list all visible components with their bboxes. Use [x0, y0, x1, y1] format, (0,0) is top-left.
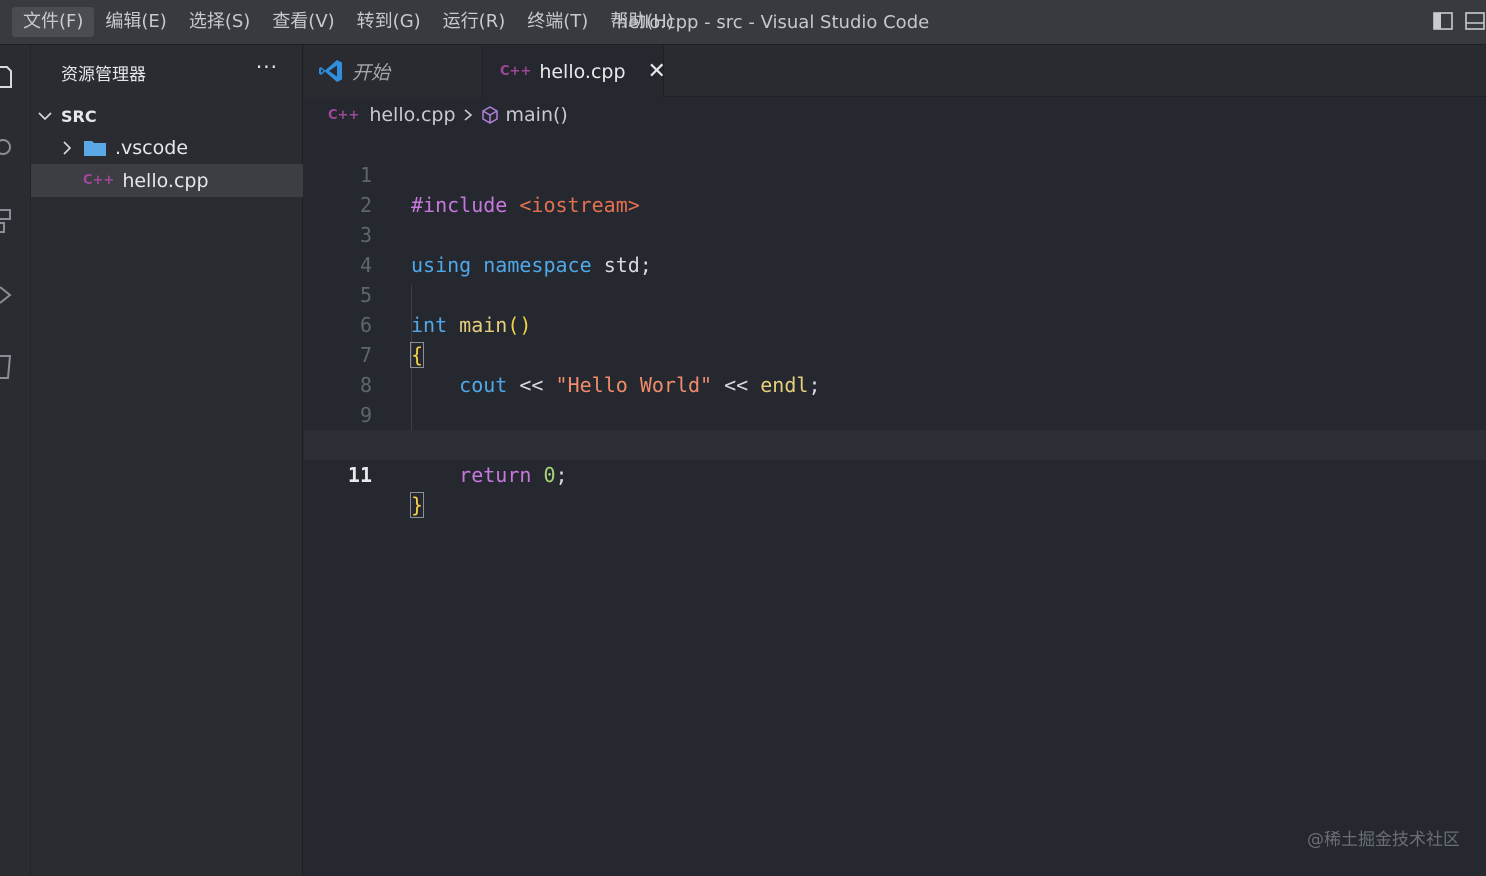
breadcrumb-symbol[interactable]: main(): [506, 104, 568, 126]
menu-help[interactable]: 帮助(H): [599, 7, 685, 37]
editor-tab-bar: 开始 C++ hello.cpp ✕: [304, 45, 1486, 98]
tab-label: hello.cpp: [539, 60, 626, 83]
folder-root-label: SRC: [61, 106, 97, 126]
menu-terminal[interactable]: 终端(T): [516, 7, 599, 37]
more-actions-button[interactable]: ···: [256, 55, 278, 79]
breadcrumb: C++ hello.cpp main(): [328, 101, 568, 129]
cpp-file-icon: C++: [83, 173, 115, 188]
menu-edit[interactable]: 编辑(E): [94, 7, 177, 37]
breadcrumb-file[interactable]: hello.cpp: [369, 104, 455, 126]
token-semicolon: ;: [555, 463, 568, 487]
title-bar: 文件(F) 编辑(E) 选择(S) 查看(V) 转到(G) 运行(R) 终端(T…: [0, 0, 1486, 45]
folder-icon: [84, 140, 106, 156]
toggle-primary-sidebar-icon[interactable]: [1432, 10, 1454, 32]
menu-bar: 文件(F) 编辑(E) 选择(S) 查看(V) 转到(G) 运行(R) 终端(T…: [12, 7, 685, 37]
layout-controls: [1432, 10, 1486, 32]
search-icon[interactable]: [0, 133, 16, 161]
code-line: 5 int main(): [304, 250, 1486, 337]
explorer-title: 资源管理器: [61, 65, 146, 85]
extensions-icon[interactable]: [0, 353, 16, 381]
method-cube-icon: [481, 106, 498, 124]
tree-item-label: .vscode: [115, 136, 189, 159]
cpp-file-icon: C++: [328, 107, 360, 123]
code-line-current: 11 }: [304, 430, 1486, 518]
chevron-right-icon: [63, 140, 72, 155]
menu-go[interactable]: 转到(G): [346, 7, 432, 37]
code-line: 6 {: [304, 280, 1486, 368]
line-number: 11: [347, 463, 372, 487]
tab-label: 开始: [352, 61, 391, 84]
code-line: 8: [304, 340, 1486, 397]
code-line: 1 #include <iostream>: [304, 130, 1486, 217]
activity-bar: [0, 45, 31, 876]
source-control-icon[interactable]: [0, 207, 16, 235]
watermark: @稀土掘金技术社区: [1307, 830, 1460, 850]
code-line: 3 using namespace std;: [304, 190, 1486, 277]
code-line: 2: [304, 160, 1486, 217]
menu-run[interactable]: 运行(R): [432, 7, 517, 37]
code-line: 9: [304, 370, 1486, 427]
chevron-down-icon: [38, 112, 52, 121]
run-debug-icon[interactable]: [0, 281, 16, 309]
menu-view[interactable]: 查看(V): [261, 7, 345, 37]
tab-welcome[interactable]: 开始: [304, 45, 483, 97]
token-brace: }: [409, 492, 425, 518]
token-keyword: return: [459, 463, 532, 487]
tree-item-hello-cpp[interactable]: C++ hello.cpp: [31, 164, 303, 197]
close-icon[interactable]: ✕: [648, 59, 666, 84]
code-line: 10 return 0;: [304, 400, 1486, 487]
tree-item-vscode[interactable]: .vscode: [31, 131, 303, 164]
menu-file[interactable]: 文件(F): [12, 7, 95, 37]
folder-root-src[interactable]: SRC: [31, 102, 303, 130]
code-line: 4: [304, 220, 1486, 277]
explorer-icon[interactable]: [0, 63, 16, 91]
token-number: 0: [543, 463, 556, 487]
code-editor[interactable]: 1 #include <iostream> 2 3 using namespac…: [304, 130, 1486, 876]
explorer-sidebar: 资源管理器 ··· SRC .vscode C++ hello.cpp: [31, 45, 303, 876]
vscode-logo-icon: [319, 60, 342, 82]
menu-selection[interactable]: 选择(S): [178, 7, 261, 37]
code-line: 7 cout << "Hello World" << endl;: [304, 310, 1486, 397]
tab-hello-cpp[interactable]: C++ hello.cpp ✕: [484, 45, 666, 98]
chevron-right-icon: [464, 109, 472, 121]
toggle-panel-icon[interactable]: [1464, 10, 1486, 32]
tree-item-label: hello.cpp: [122, 169, 209, 192]
cpp-file-icon: C++: [500, 64, 532, 79]
